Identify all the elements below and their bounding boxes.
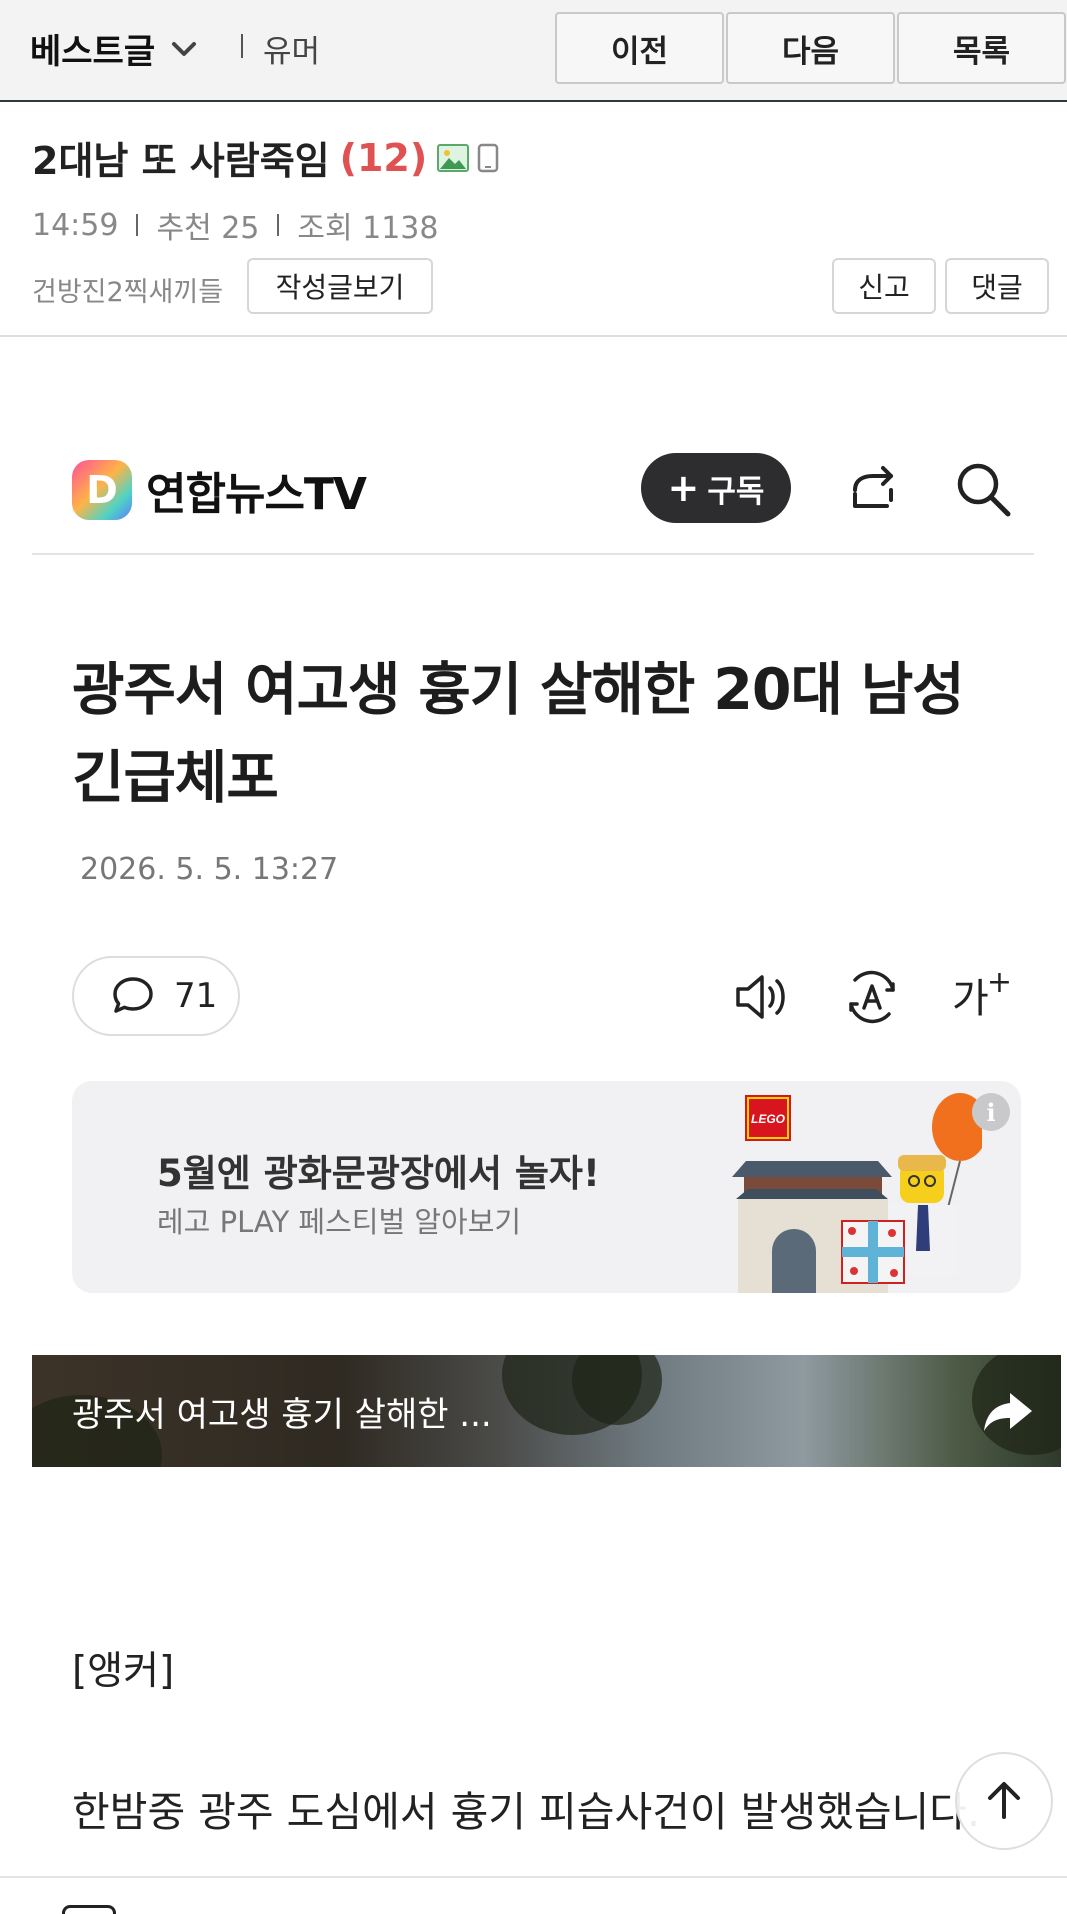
plus-icon: + <box>986 964 1012 1000</box>
divider <box>136 214 139 236</box>
post-time: 14:59 <box>32 207 119 243</box>
publisher[interactable]: D 연합뉴스TV <box>72 458 367 522</box>
publisher-logo: D <box>72 460 132 520</box>
speech-bubble-icon <box>113 977 153 1013</box>
ad-banner[interactable]: 5월엔 광화문광장에서 놀자! 레고 PLAY 페스티벌 알아보기 LEGO i <box>72 1081 1021 1293</box>
video-player[interactable]: 광주서 여고생 흉기 살해한 ... <box>32 1355 1061 1467</box>
translate-icon[interactable] <box>841 966 903 1028</box>
comments-button[interactable]: 댓글 <box>945 258 1049 314</box>
video-title: 광주서 여고생 흉기 살해한 ... <box>72 1395 492 1435</box>
share-icon[interactable] <box>843 460 903 520</box>
font-size-label: 가 <box>952 976 989 1022</box>
lego-logo: LEGO <box>751 1112 786 1126</box>
next-button[interactable]: 다음 <box>726 12 895 84</box>
subscribe-label: 구독 <box>707 473 765 510</box>
divider <box>277 214 280 236</box>
mobile-icon <box>478 143 499 172</box>
list-button[interactable]: 목록 <box>897 12 1066 84</box>
post-title-text: 2대남 또 사람죽임 <box>32 139 330 183</box>
scroll-top-button[interactable] <box>955 1752 1053 1850</box>
post-comment-count[interactable]: (12) <box>340 136 428 180</box>
share-icon[interactable] <box>980 1383 1036 1439</box>
prev-button[interactable]: 이전 <box>555 12 724 84</box>
ad-subtitle: 레고 PLAY 페스티벌 알아보기 <box>157 1205 522 1239</box>
category-link[interactable]: 유머 <box>263 26 320 71</box>
search-icon[interactable] <box>952 458 1014 520</box>
image-icon <box>437 143 470 172</box>
ad-image: LEGO <box>732 1093 982 1293</box>
ad-title: 5월엔 광화문광장에서 놀자! <box>157 1152 600 1195</box>
article-headline: 광주서 여고생 흉기 살해한 20대 남성 긴급체포 <box>72 657 965 811</box>
chevron-down-icon <box>172 41 197 56</box>
post-author[interactable]: 건방진2찍새끼들 <box>32 270 223 309</box>
article-date: 2026. 5. 5. 13:27 <box>80 852 339 887</box>
article-comment-count: 71 <box>174 976 218 1016</box>
top-bar: 베스트글 유머 이전 다음 목록 <box>0 0 1067 102</box>
divider <box>0 335 1067 337</box>
post-recommend: 추천 25 <box>156 211 260 246</box>
view-posts-button[interactable]: 작성글보기 <box>247 258 433 314</box>
divider <box>0 1876 1067 1878</box>
subscribe-button[interactable]: + 구독 <box>641 453 791 523</box>
toolbar-edge <box>62 1905 116 1914</box>
article-comments-button[interactable]: 71 <box>72 956 240 1036</box>
plus-icon: + <box>667 466 700 510</box>
arrow-up-icon <box>988 1782 1020 1819</box>
post-title: 2대남 또 사람죽임 (12) <box>32 130 499 185</box>
article-body: 한밤중 광주 도심에서 흉기 피습사건이 발생했습니다. <box>72 1788 981 1836</box>
divider <box>32 553 1034 555</box>
post-views: 조회 1138 <box>297 211 439 246</box>
anchor-label: [앵커] <box>72 1649 175 1694</box>
post-meta: 14:59 추천 25 조회 1138 <box>32 203 438 247</box>
board-selector[interactable]: 베스트글 <box>30 24 197 73</box>
speaker-icon[interactable] <box>730 966 792 1028</box>
publisher-name: 연합뉴스TV <box>146 469 367 520</box>
ad-info-icon[interactable]: i <box>972 1093 1010 1131</box>
board-name: 베스트글 <box>30 32 156 72</box>
report-button[interactable]: 신고 <box>832 258 936 314</box>
font-size-button[interactable]: 가+ <box>952 964 1012 1024</box>
divider <box>241 34 243 58</box>
